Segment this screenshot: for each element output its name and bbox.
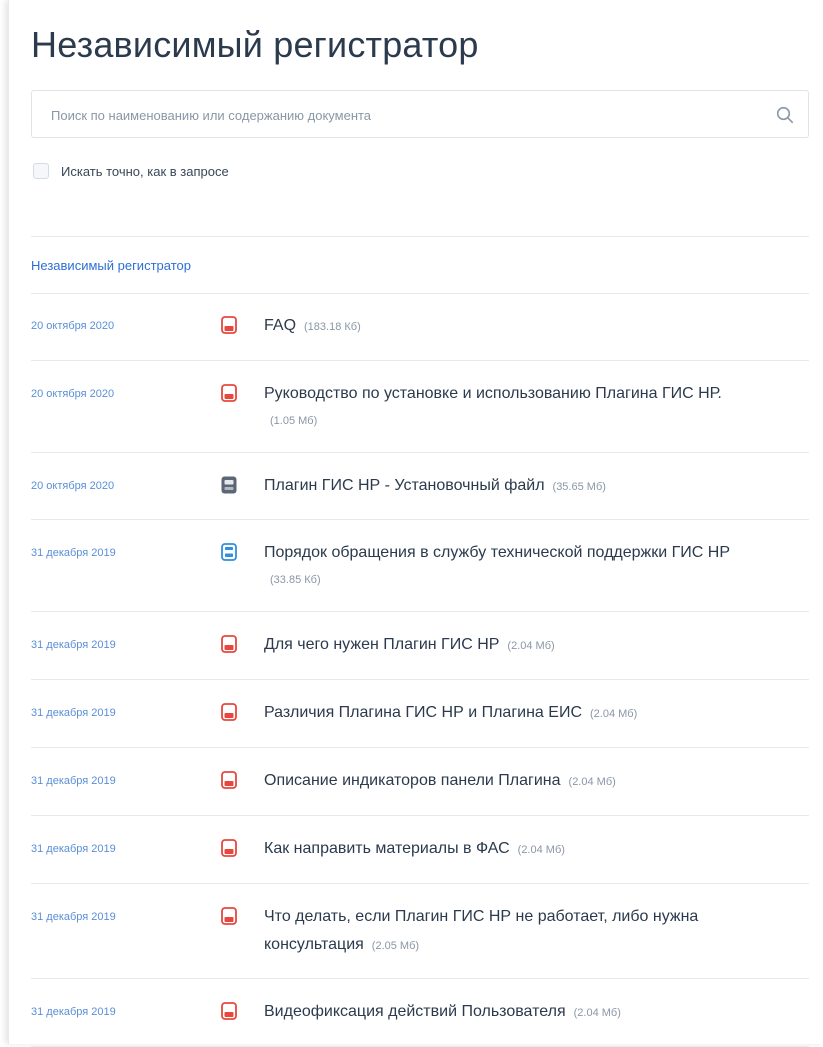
document-link[interactable]: Что делать, если Плагин ГИС НР не работа… — [264, 908, 698, 953]
search-icon[interactable] — [776, 106, 794, 124]
document-title: Плагин ГИС НР - Установочный файл (35.65 … — [264, 472, 809, 501]
document-date: 20 октября 2020 — [31, 480, 115, 492]
file-size: (2.04 Мб) — [590, 708, 638, 720]
document-link[interactable]: Как направить материалы в ФАС — [264, 840, 510, 857]
breadcrumb-link[interactable]: Независимый регистратор — [31, 258, 191, 273]
document-title: Видеофиксация действий Пользователя (2.04… — [264, 998, 809, 1027]
document-date: 31 декабря 2019 — [31, 639, 116, 651]
document-link[interactable]: Описание индикаторов панели Плагина — [264, 772, 561, 789]
document-title: FAQ (183.18 Кб) — [264, 312, 809, 341]
pdf-file-icon[interactable] — [221, 635, 237, 653]
document-link[interactable]: FAQ — [264, 317, 296, 334]
pdf-file-icon[interactable] — [221, 907, 237, 925]
document-row: 31 декабря 2019 Для чего нужен Плагин ГИС… — [31, 612, 809, 680]
document-date: 20 октября 2020 — [31, 388, 115, 400]
document-title: Что делать, если Плагин ГИС НР не работа… — [264, 903, 809, 960]
pdf-file-icon[interactable] — [221, 771, 237, 789]
document-date: 31 декабря 2019 — [31, 775, 116, 787]
document-row: 20 октября 2020 Руководство по установке … — [31, 361, 809, 453]
document-row: 20 октября 2020 Плагин ГИС НР - Установоч… — [31, 453, 809, 520]
file-size: (2.04 Мб) — [573, 1007, 621, 1019]
document-date: 31 декабря 2019 — [31, 843, 116, 855]
document-link[interactable]: Порядок обращения в службу технической п… — [264, 544, 730, 561]
document-title: Руководство по установке и использованию… — [264, 380, 809, 434]
document-link[interactable]: Руководство по установке и использованию… — [264, 385, 722, 402]
search-box — [31, 90, 809, 139]
document-title: Для чего нужен Плагин ГИС НР (2.04 Мб) — [264, 631, 809, 660]
document-date: 31 декабря 2019 — [31, 1006, 116, 1018]
exact-match-label[interactable]: Искать точно, как в запросе — [61, 164, 229, 179]
file-size: (2.04 Мб) — [568, 776, 616, 788]
document-row: 31 декабря 2019 Описание индикаторов пане… — [31, 748, 809, 816]
document-link[interactable]: Различия Плагина ГИС НР и Плагина ЕИС — [264, 704, 582, 721]
file-size: (2.04 Мб) — [507, 640, 555, 652]
document-link[interactable]: Плагин ГИС НР - Установочный файл — [264, 477, 545, 494]
exe-file-icon[interactable] — [221, 476, 237, 494]
file-size: (35.65 Мб) — [552, 481, 606, 493]
exact-match-option[interactable]: Искать точно, как в запросе — [33, 163, 229, 179]
document-row: 31 декабря 2019 Что делать, если Плагин Г… — [31, 884, 809, 979]
document-row: 31 декабря 2019 Видеофиксация действий По… — [31, 979, 809, 1047]
doc-file-icon[interactable] — [221, 543, 237, 561]
document-link[interactable]: Видеофиксация действий Пользователя — [264, 1003, 566, 1020]
file-size: (33.85 Кб) — [270, 574, 321, 586]
document-link[interactable]: Для чего нужен Плагин ГИС НР — [264, 636, 499, 653]
document-date: 31 декабря 2019 — [31, 911, 116, 923]
pdf-file-icon[interactable] — [221, 316, 237, 334]
document-date: 31 декабря 2019 — [31, 547, 116, 559]
pdf-file-icon[interactable] — [221, 1002, 237, 1020]
exact-match-checkbox[interactable] — [33, 163, 49, 179]
document-title: Различия Плагина ГИС НР и Плагина ЕИС (2.… — [264, 699, 809, 728]
document-row: 31 декабря 2019 Различия Плагина ГИС НР и… — [31, 680, 809, 748]
document-date: 31 декабря 2019 — [31, 707, 116, 719]
file-size: (2.05 Мб) — [371, 940, 420, 952]
document-row: 20 октября 2020 FAQ (183.18 Кб) — [31, 293, 809, 361]
search-input[interactable] — [49, 91, 753, 139]
pdf-file-icon[interactable] — [221, 839, 237, 857]
document-row: 31 декабря 2019 Порядок обращения в служб… — [31, 520, 809, 612]
divider — [31, 236, 809, 237]
document-date: 20 октября 2020 — [31, 320, 115, 332]
document-row: 31 декабря 2019 Как направить материалы в… — [31, 816, 809, 884]
page-frame: Независимый регистратор Искать точно, ка… — [8, 0, 823, 1047]
page-title: Независимый регистратор — [31, 24, 479, 65]
file-size: (183.18 Кб) — [304, 321, 361, 333]
pdf-file-icon[interactable] — [221, 384, 237, 402]
document-title: Описание индикаторов панели Плагина (2.04… — [264, 767, 809, 796]
file-size: (1.05 Мб) — [270, 415, 318, 427]
document-title: Как направить материалы в ФАС (2.04 Мб) — [264, 835, 809, 864]
document-title: Порядок обращения в службу технической п… — [264, 539, 809, 593]
file-size: (2.04 Мб) — [517, 844, 565, 856]
pdf-file-icon[interactable] — [221, 703, 237, 721]
